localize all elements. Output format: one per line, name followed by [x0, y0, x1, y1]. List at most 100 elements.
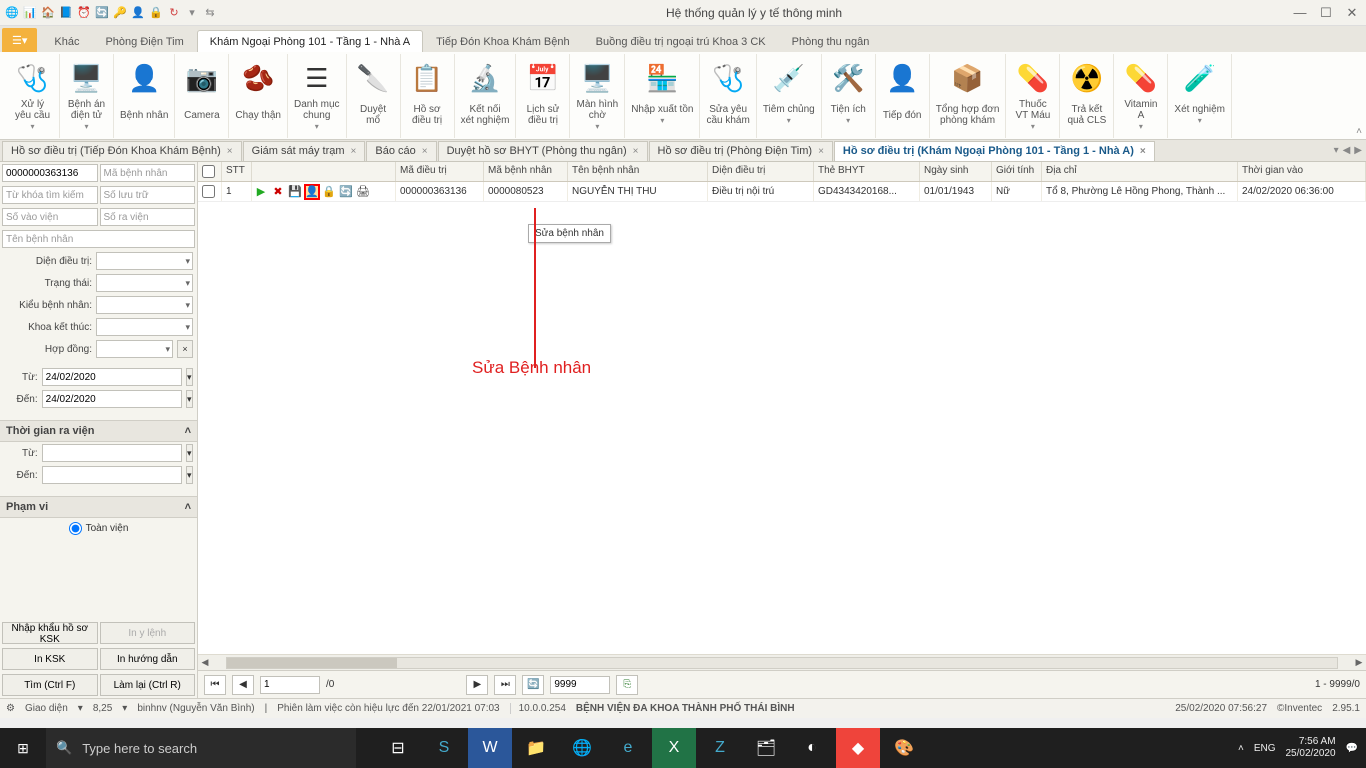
- file-menu-button[interactable]: ☰▾: [2, 28, 37, 52]
- date-from-picker[interactable]: ▾: [186, 368, 193, 386]
- discharge-to-picker[interactable]: ▾: [186, 466, 193, 484]
- qat-clock-icon[interactable]: ⏰: [76, 5, 92, 21]
- paint-icon[interactable]: 🎨: [882, 728, 926, 768]
- tray-lang[interactable]: ENG: [1254, 743, 1276, 754]
- qat-user-icon[interactable]: 👤: [130, 5, 146, 21]
- kieu-select[interactable]: ▾: [96, 296, 193, 314]
- hopdong-select[interactable]: ▾: [96, 340, 173, 358]
- scroll-left-icon[interactable]: ◀: [198, 657, 212, 668]
- tab-prev-icon[interactable]: ◀: [1343, 145, 1351, 156]
- ribbon-màn-hình-chờ[interactable]: 🖥️Màn hìnhchờ ▾: [570, 54, 625, 138]
- close-tab-icon[interactable]: ×: [818, 146, 824, 157]
- minimize-button[interactable]: —: [1290, 5, 1310, 21]
- close-tab-icon[interactable]: ×: [422, 146, 428, 157]
- qat-globe-icon[interactable]: 🌐: [4, 5, 20, 21]
- qat-dropdown-icon[interactable]: ▾: [184, 5, 200, 21]
- refresh-icon[interactable]: 🔄: [338, 184, 354, 200]
- tab-next-icon[interactable]: ▶: [1354, 145, 1362, 156]
- taskbar-clock[interactable]: 7:56 AM 25/02/2020: [1285, 736, 1335, 760]
- pager-size-input[interactable]: [550, 676, 610, 694]
- ribbon-thuốc-vt-máu[interactable]: 💊ThuốcVT Máu ▾: [1006, 54, 1060, 138]
- zalo-icon[interactable]: Z: [698, 728, 742, 768]
- date-to-input[interactable]: [42, 390, 182, 408]
- row-checkbox[interactable]: [202, 185, 215, 198]
- tray-expand-icon[interactable]: ˄: [1238, 743, 1244, 754]
- app1-icon[interactable]: 🗂: [744, 728, 788, 768]
- ribbon-duyệt-mổ[interactable]: 🔪Duyệtmổ: [347, 54, 401, 138]
- select-all-checkbox[interactable]: [202, 165, 215, 178]
- close-tab-icon[interactable]: ×: [227, 146, 233, 157]
- col-ns[interactable]: Ngày sinh: [920, 162, 992, 181]
- status-zoom[interactable]: 8,25: [93, 703, 112, 714]
- main-tab[interactable]: Tiếp Đón Khoa Khám Bệnh: [423, 30, 583, 52]
- horizontal-scrollbar[interactable]: ◀ ▶: [198, 654, 1366, 670]
- col-madt[interactable]: Mã điều trị: [396, 162, 484, 181]
- qat-home-icon[interactable]: 🏠: [40, 5, 56, 21]
- search-button[interactable]: Tìm (Ctrl F): [2, 674, 98, 696]
- patient-code-input[interactable]: [100, 164, 196, 182]
- reset-button[interactable]: Làm lại (Ctrl R): [100, 674, 196, 696]
- anydesk-icon[interactable]: ◆: [836, 728, 880, 768]
- date-to-picker[interactable]: ▾: [186, 390, 193, 408]
- pager-refresh-button[interactable]: 🔄: [522, 675, 544, 695]
- col-tg[interactable]: Thời gian vào: [1238, 162, 1366, 181]
- qat-chart-icon[interactable]: 📊: [22, 5, 38, 21]
- col-ten[interactable]: Tên bệnh nhân: [568, 162, 708, 181]
- ribbon-trả-kết-quả-cls[interactable]: ☢️Trả kếtquả CLS: [1060, 54, 1114, 138]
- start-button[interactable]: ⊞: [0, 728, 46, 768]
- main-tab[interactable]: Phòng Điện Tim: [92, 30, 196, 52]
- discharge-number-input[interactable]: [100, 208, 196, 226]
- col-dc[interactable]: Địa chỉ: [1042, 162, 1238, 181]
- status-ui-icon[interactable]: ⚙: [6, 703, 15, 714]
- patient-name-input[interactable]: [2, 230, 195, 248]
- close-tab-icon[interactable]: ×: [633, 146, 639, 157]
- chrome-icon[interactable]: 🌐: [560, 728, 604, 768]
- notification-icon[interactable]: 💬: [1346, 743, 1358, 754]
- ribbon-sửa-yêu-cầu-khám[interactable]: 🩺Sửa yêucầu khám: [700, 54, 756, 138]
- col-gt[interactable]: Giới tính: [992, 162, 1042, 181]
- main-tab[interactable]: Phòng thu ngân: [779, 30, 883, 52]
- scroll-thumb[interactable]: [227, 658, 397, 668]
- scope-radio-all[interactable]: [69, 522, 82, 535]
- ribbon-lịch-sử-điều-trị[interactable]: 📅Lịch sửđiều trị: [516, 54, 570, 138]
- doc-tab[interactable]: Duyệt hồ sơ BHYT (Phòng thu ngân)×: [438, 141, 648, 161]
- pager-last-button[interactable]: ⏭: [494, 675, 516, 695]
- table-row[interactable]: 1 ▶ ✖ 💾 👤 🔒 🔄 🖨 000000363136 0000080523 …: [198, 182, 1366, 202]
- ribbon-xét-nghiệm[interactable]: 🧪Xét nghiệm ▾: [1168, 54, 1232, 138]
- qat-book-icon[interactable]: 📘: [58, 5, 74, 21]
- qat-key-icon[interactable]: 🔑: [112, 5, 128, 21]
- col-mabn[interactable]: Mã bệnh nhân: [484, 162, 568, 181]
- ribbon-bệnh-án-điện-tử[interactable]: 🖥️Bệnh ánđiện tử ▾: [60, 54, 114, 138]
- tab-dropdown-icon[interactable]: ▾: [1334, 145, 1339, 156]
- play-icon[interactable]: ▶: [253, 184, 269, 200]
- khoa-select[interactable]: ▾: [96, 318, 193, 336]
- excel-icon[interactable]: X: [652, 728, 696, 768]
- import-ksk-button[interactable]: Nhập khẩu hồ sơ KSK: [2, 622, 98, 644]
- hopdong-clear-button[interactable]: ×: [177, 340, 193, 358]
- doc-tab-active[interactable]: Hồ sơ điều trị (Khám Ngoại Phòng 101 - T…: [834, 141, 1155, 161]
- qat-swap-icon[interactable]: ⇆: [202, 5, 218, 21]
- edit-patient-icon[interactable]: 👤: [304, 184, 320, 200]
- pager-first-button[interactable]: ⏮: [204, 675, 226, 695]
- ribbon-nhập-xuất-tồn[interactable]: 🏪Nhập xuất tồn ▾: [625, 54, 700, 138]
- ribbon-xử-lý-yêu-cầu[interactable]: 🩺Xử lýyêu cầu ▾: [6, 54, 60, 138]
- ribbon-danh-mục-chung[interactable]: ☰Danh mụcchung ▾: [288, 54, 347, 138]
- col-stt[interactable]: STT: [222, 162, 252, 181]
- keyword-input[interactable]: [2, 186, 98, 204]
- treatment-code-input[interactable]: [2, 164, 98, 182]
- lock-icon[interactable]: 🔒: [321, 184, 337, 200]
- trangthai-select[interactable]: ▾: [96, 274, 193, 292]
- doc-tab[interactable]: Báo cáo×: [366, 141, 436, 161]
- edge-icon[interactable]: e: [606, 728, 650, 768]
- col-dien[interactable]: Diện điều trị: [708, 162, 814, 181]
- ribbon-bệnh-nhân[interactable]: 👤Bệnh nhân: [114, 54, 175, 138]
- ribbon-hồ-sơ-điều-trị[interactable]: 📋Hồ sơđiều trị: [401, 54, 455, 138]
- save-icon[interactable]: 💾: [287, 184, 303, 200]
- skype-icon[interactable]: S: [422, 728, 466, 768]
- print-ksk-button[interactable]: In KSK: [2, 648, 98, 670]
- main-tab[interactable]: Buồng điều trị ngoại trú Khoa 3 CK: [583, 30, 779, 52]
- task-view-icon[interactable]: ⊟: [376, 728, 420, 768]
- close-button[interactable]: ✕: [1342, 5, 1362, 21]
- print-guide-button[interactable]: In hướng dẫn: [100, 648, 196, 670]
- ribbon-vitamin-a[interactable]: 💊VitaminA ▾: [1114, 54, 1168, 138]
